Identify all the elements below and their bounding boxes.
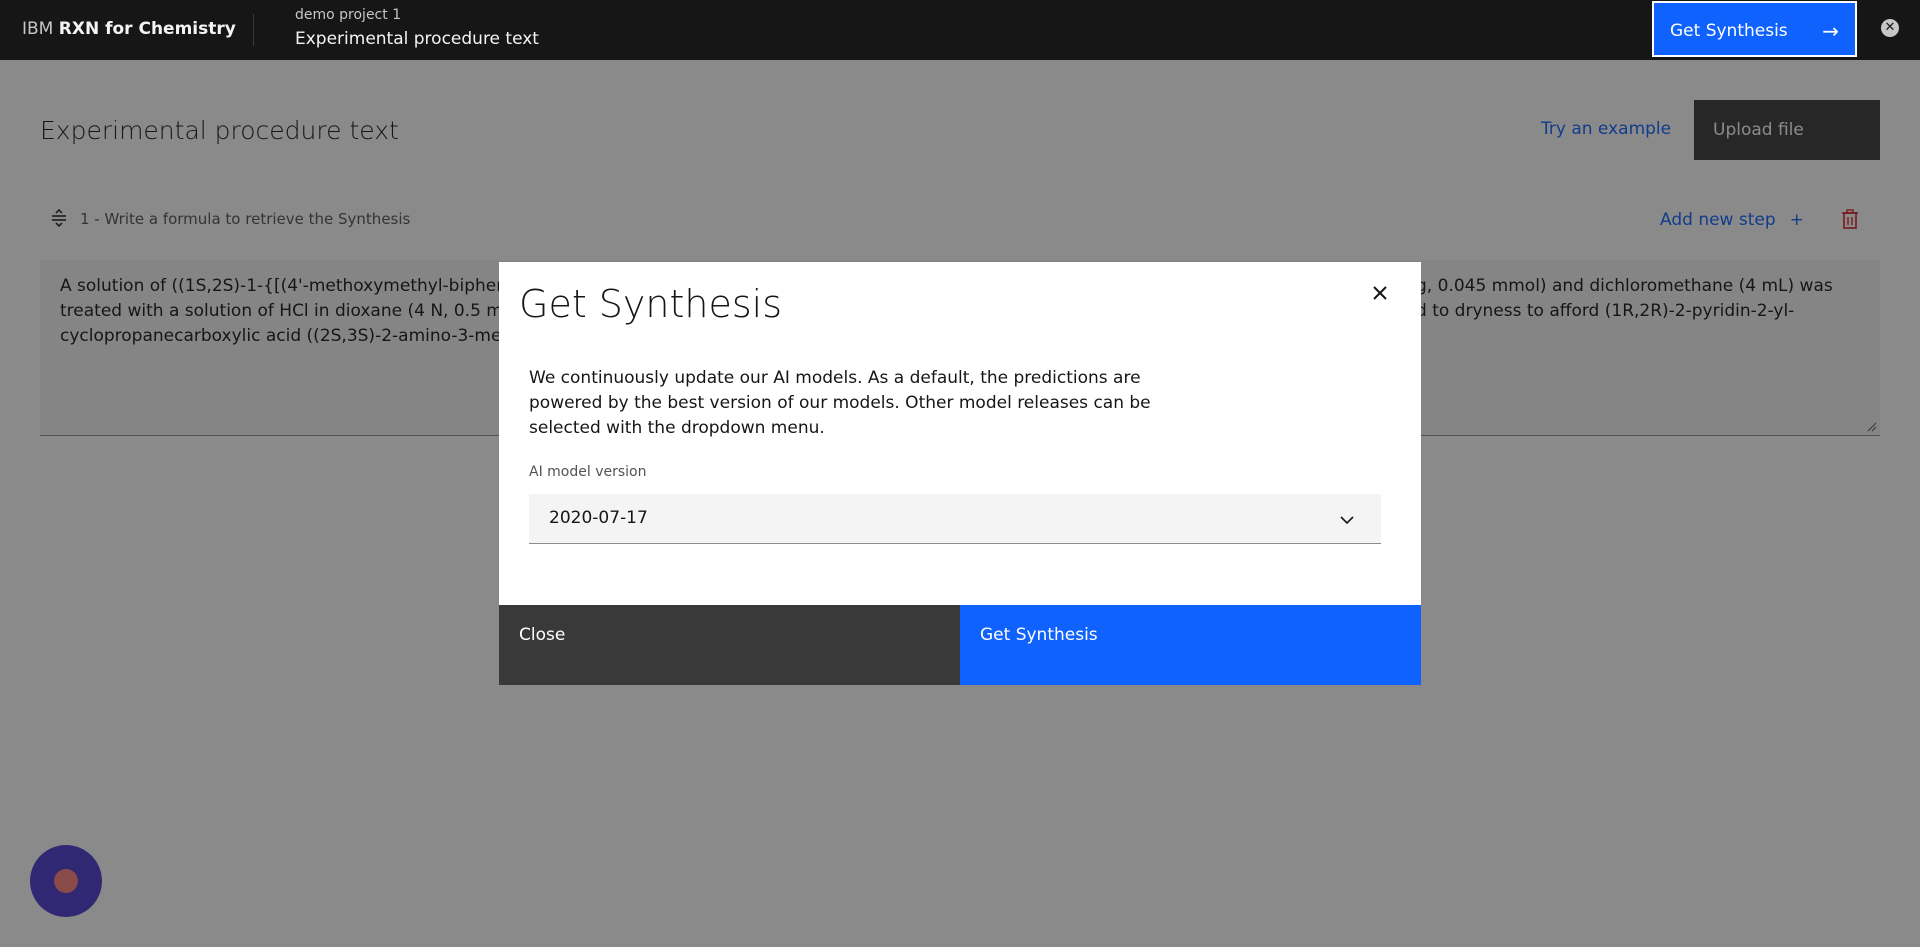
header-divider: [253, 14, 254, 46]
header-get-synthesis-button[interactable]: Get Synthesis →: [1652, 1, 1857, 57]
chevron-down-icon: [1340, 516, 1354, 525]
arrow-right-icon: →: [1822, 19, 1839, 43]
brand-name: RXN for Chemistry: [58, 19, 236, 39]
app-brand[interactable]: IBM RXN for Chemistry: [22, 19, 236, 39]
model-version-select[interactable]: 2020-07-17: [529, 494, 1381, 544]
close-button[interactable]: Close: [499, 605, 960, 685]
model-version-label: AI model version: [529, 464, 647, 480]
get-synthesis-button[interactable]: Get Synthesis: [960, 605, 1421, 685]
get-synthesis-modal: Get Synthesis We continuously update our…: [499, 262, 1421, 685]
modal-title: Get Synthesis: [519, 282, 783, 326]
top-header: IBM RXN for Chemistry demo project 1 Exp…: [0, 0, 1920, 60]
brand-prefix: IBM: [22, 19, 54, 39]
close-circle-icon[interactable]: ✕: [1881, 19, 1899, 37]
header-get-synthesis-label: Get Synthesis: [1670, 21, 1788, 41]
close-icon[interactable]: [1369, 282, 1391, 304]
model-version-value: 2020-07-17: [549, 508, 648, 528]
header-page-title: Experimental procedure text: [295, 29, 539, 49]
modal-description: We continuously update our AI models. As…: [529, 368, 1151, 438]
project-name: demo project 1: [295, 7, 402, 23]
